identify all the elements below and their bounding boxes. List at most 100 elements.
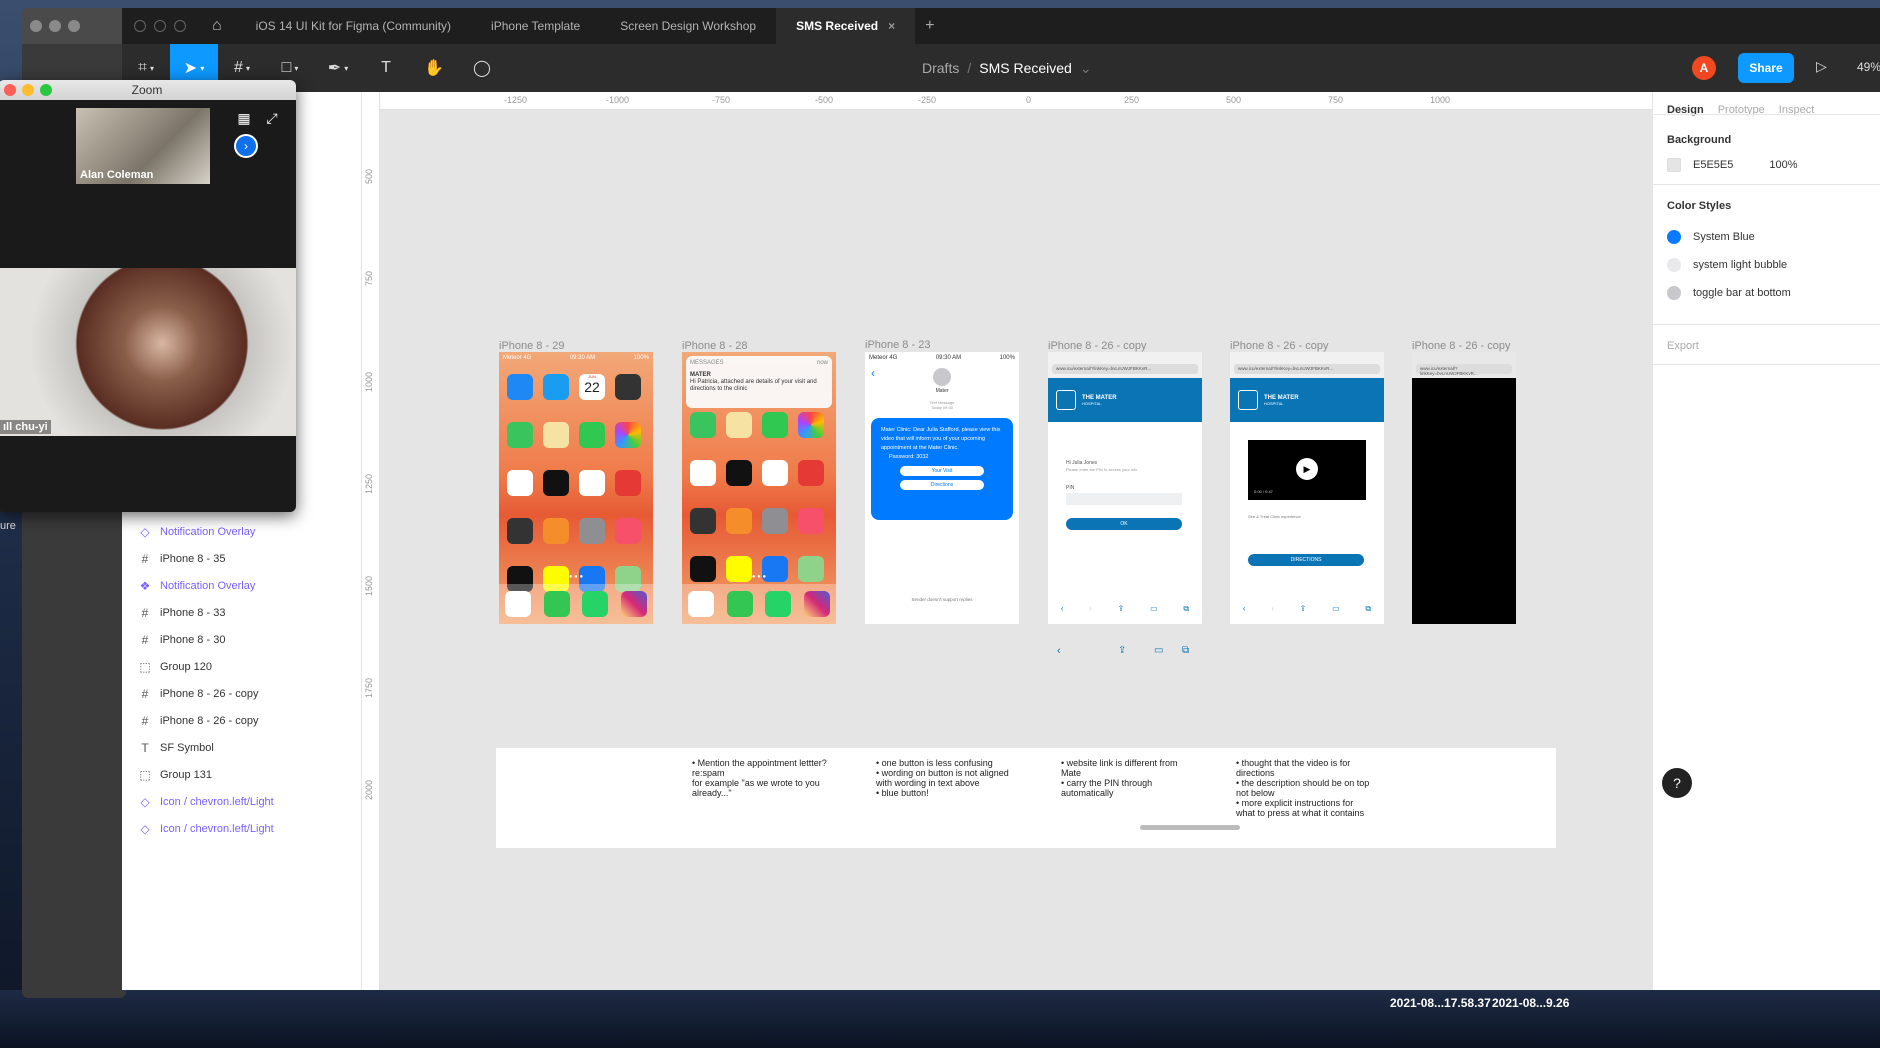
minimize-icon[interactable]: [49, 20, 61, 32]
layer-item[interactable]: ◇ Notification Overlay: [122, 519, 362, 545]
canvas[interactable]: -1250 -1000 -750 -500 -250 0 250 500 750…: [362, 92, 1652, 990]
fullscreen-icon[interactable]: ⤢: [260, 106, 284, 130]
share-icon[interactable]: ⇪: [1118, 645, 1126, 656]
background-hex[interactable]: E5E5E5: [1693, 159, 1733, 171]
frame-label[interactable]: iPhone 8 - 26 - copy: [1230, 340, 1328, 352]
frame-iphone-8-26-copy-pin[interactable]: www.icu/external/?linkKey=bvLnUWJFBKKvR.…: [1048, 352, 1202, 624]
frame-label[interactable]: iPhone 8 - 26 - copy: [1048, 340, 1146, 352]
chevron-down-icon[interactable]: ⌄: [1080, 60, 1092, 77]
minimize-icon[interactable]: [22, 84, 34, 96]
avatar[interactable]: A: [1692, 56, 1716, 80]
home-icon[interactable]: ⌂: [198, 17, 236, 35]
notification-title: MATER: [690, 372, 711, 378]
color-style-item[interactable]: System Blue: [1667, 230, 1755, 244]
share-button[interactable]: Share: [1738, 53, 1794, 83]
share-icon[interactable]: ⇪: [1300, 604, 1307, 614]
tabs-icon[interactable]: ⧉: [1365, 604, 1371, 614]
layer-item[interactable]: ⬚ Group 120: [122, 654, 362, 680]
desktop-file-2[interactable]: 2021-08...9.26: [1492, 996, 1569, 1010]
bookmarks-icon[interactable]: ▭: [1332, 604, 1340, 614]
zoom-window-icon[interactable]: [174, 20, 186, 32]
notes-board[interactable]: • Mention the appointment lettter? re:sp…: [496, 748, 1556, 848]
close-tab-icon[interactable]: ×: [888, 19, 895, 33]
play-icon[interactable]: ▶: [1296, 458, 1318, 480]
chevron-left-icon[interactable]: ‹: [1061, 604, 1064, 614]
tabs-icon[interactable]: ⧉: [1183, 604, 1189, 614]
layer-item[interactable]: # iPhone 8 - 26 - copy: [122, 708, 362, 734]
layer-item[interactable]: ⬚ Group 131: [122, 762, 362, 788]
participant-video-chu-yi[interactable]: ıll chu-yi: [0, 268, 296, 436]
frame-label[interactable]: iPhone 8 - 28: [682, 340, 747, 352]
close-window-icon[interactable]: [134, 20, 146, 32]
background-opacity[interactable]: 100%: [1769, 159, 1797, 171]
close-icon[interactable]: [30, 20, 42, 32]
desktop-file-1[interactable]: 2021-08...17.58.37: [1390, 996, 1491, 1010]
next-page-icon[interactable]: ›: [234, 134, 258, 158]
close-icon[interactable]: [4, 84, 16, 96]
layer-item[interactable]: # iPhone 8 - 30: [122, 627, 362, 653]
layer-item[interactable]: # iPhone 8 - 35: [122, 546, 362, 572]
frame-label[interactable]: iPhone 8 - 23: [865, 339, 930, 351]
text-tool-icon[interactable]: T: [362, 44, 410, 92]
breadcrumb-drafts[interactable]: Drafts: [922, 60, 959, 76]
present-play-icon[interactable]: ▷: [1816, 58, 1827, 75]
chevron-right-icon[interactable]: ›: [1271, 604, 1274, 614]
frame-iphone-8-23[interactable]: Meteor 4G 09:30 AM 100% ‹ Mater Text Messa…: [865, 352, 1019, 624]
help-button[interactable]: ?: [1662, 768, 1692, 798]
background-swatch[interactable]: [1667, 158, 1681, 172]
tab-ios-ui-kit[interactable]: iOS 14 UI Kit for Figma (Community): [236, 8, 471, 44]
ok-button[interactable]: OK: [1066, 518, 1182, 530]
export-heading[interactable]: Export: [1667, 340, 1699, 352]
tab-iphone-template[interactable]: iPhone Template: [471, 8, 600, 44]
pin-input[interactable]: [1066, 493, 1182, 505]
share-icon[interactable]: ⇪: [1118, 604, 1125, 614]
comment-tool-icon[interactable]: ◯: [458, 44, 506, 92]
bookmarks-icon[interactable]: ▭: [1154, 645, 1163, 656]
hand-tool-icon[interactable]: ✋: [410, 44, 458, 92]
bookmarks-icon[interactable]: ▭: [1150, 604, 1158, 614]
layer-item[interactable]: ◇ Icon / chevron.left/Light: [122, 816, 362, 842]
color-style-item[interactable]: toggle bar at bottom: [1667, 286, 1791, 300]
frame-iphone-8-28[interactable]: MESSAGES now MATER Hi Patricia, attached …: [682, 352, 836, 624]
frame-label[interactable]: iPhone 8 - 26 - copy: [1412, 340, 1510, 352]
brand-sub: HOSPITAL: [1264, 400, 1284, 406]
zoom-level[interactable]: 49%: [1857, 60, 1880, 74]
gallery-view-icon[interactable]: ▦: [232, 106, 256, 130]
tab-sms-received[interactable]: SMS Received ×: [776, 8, 916, 44]
minimize-window-icon[interactable]: [154, 20, 166, 32]
layer-label: Icon / chevron.left/Light: [160, 823, 274, 835]
chevron-left-icon[interactable]: ‹: [1243, 604, 1246, 614]
chevron-right-icon[interactable]: ›: [1089, 604, 1092, 614]
layer-item[interactable]: # iPhone 8 - 33: [122, 600, 362, 626]
note-line: for example "as we wrote to you: [692, 778, 820, 788]
ruler-tick: 500: [1226, 95, 1242, 105]
pen-tool-icon[interactable]: ✒ ▾: [314, 44, 362, 92]
layer-item[interactable]: ◇ Icon / chevron.left/Light: [122, 789, 362, 815]
chevron-left-icon[interactable]: ‹: [1057, 645, 1061, 657]
app-settings-icon: [760, 508, 790, 550]
chevron-left-icon[interactable]: ‹: [871, 366, 875, 380]
background-row[interactable]: E5E5E5 100%: [1667, 158, 1798, 172]
tabs-icon[interactable]: ⧉: [1182, 645, 1189, 656]
your-visit-button[interactable]: Your Visit: [900, 466, 984, 476]
notification-banner[interactable]: MESSAGES now MATER Hi Patricia, attached …: [686, 356, 832, 408]
layer-item[interactable]: # iPhone 8 - 26 - copy: [122, 681, 362, 707]
color-style-item[interactable]: system light bubble: [1667, 258, 1787, 272]
frame-label[interactable]: iPhone 8 - 29: [499, 340, 564, 352]
directions-button[interactable]: DIRECTIONS: [1248, 554, 1364, 566]
layer-item[interactable]: ❖ Notification Overlay: [122, 573, 362, 599]
participant-video-alan[interactable]: Alan Coleman: [76, 108, 210, 184]
divider: [1653, 364, 1880, 365]
tab-screen-design-workshop[interactable]: Screen Design Workshop: [600, 8, 776, 44]
directions-button[interactable]: Directions: [900, 480, 984, 490]
maximize-icon[interactable]: [40, 84, 52, 96]
breadcrumb-file[interactable]: SMS Received: [979, 60, 1072, 76]
video-player[interactable]: ▶ 0:00 / 0:47: [1248, 440, 1366, 500]
frame-iphone-8-26-copy-video[interactable]: www.icu/external/?linkKey=bvLnUWJFBKKvR.…: [1230, 352, 1384, 624]
frame-iphone-8-26-copy-black[interactable]: www.icu/external/?linkKey=bvLnUWJFBKKvR.…: [1412, 352, 1516, 624]
maximize-icon[interactable]: [68, 20, 80, 32]
frame-iphone-8-29[interactable]: Meteor 4G 09:30 AM 100% JUN 22 ● ● ●: [499, 352, 653, 624]
layer-item[interactable]: T SF Symbol: [122, 735, 362, 761]
horizontal-scrollbar[interactable]: [1140, 825, 1240, 830]
new-tab-button[interactable]: +: [915, 17, 944, 35]
